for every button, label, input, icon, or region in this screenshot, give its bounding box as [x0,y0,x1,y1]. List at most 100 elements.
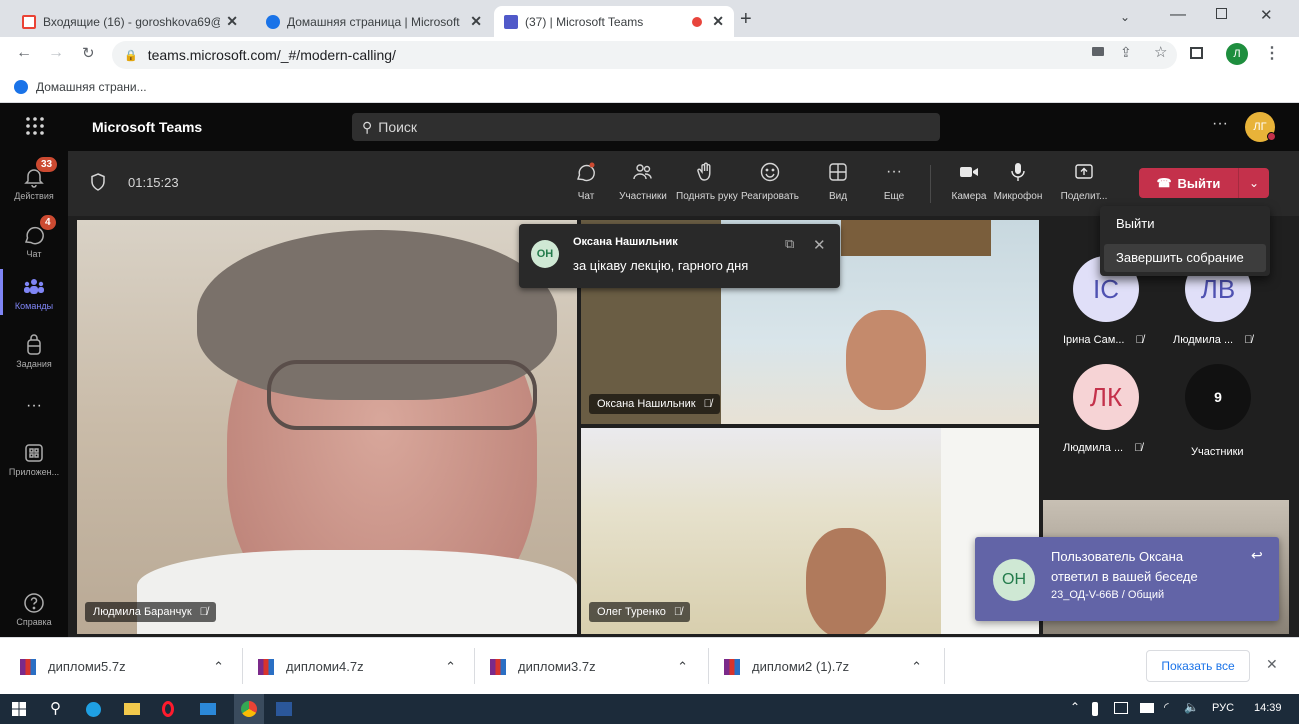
message-text: за цікаву лекцію, гарного дня [573,258,749,273]
download-item[interactable]: дипломи4.7z ⌃ [258,638,468,695]
url-field[interactable]: 🔒 teams.microsoft.com/_#/modern-calling/ [112,41,1177,69]
tab-teams[interactable]: (37) | Microsoft Teams ✕ [494,6,734,37]
wifi-icon[interactable]: ◜ [1164,700,1169,714]
more-participants-count[interactable]: 9 [1185,364,1251,430]
maximize-button[interactable] [1216,8,1227,19]
more-options-icon[interactable]: ··· [1212,115,1228,133]
rail-help[interactable]: Справка [0,591,68,627]
mail-icon[interactable] [200,703,216,715]
show-all-button[interactable]: Показать все [1146,650,1250,682]
reply-icon[interactable]: ⧉ [785,236,794,252]
chat-notification[interactable]: ОН Оксана Нашильник за цікаву лекцію, га… [519,224,840,288]
tab-office[interactable]: Домашняя страница | Microsoft ✕ [256,6,492,37]
tray-overflow-icon[interactable]: ⌃ [1070,700,1080,714]
status-dot [1267,132,1276,141]
sender-avatar: ОН [531,240,559,268]
share-button[interactable]: Поделит... [1054,161,1114,202]
windows-start-icon[interactable] [12,702,26,716]
download-item[interactable]: дипломи5.7z ⌃ [20,638,240,695]
microphone-button[interactable]: Микрофон [988,161,1048,202]
tab-gmail[interactable]: Входящие (16) - goroshkova69@ ✕ [12,6,248,37]
screen-icon[interactable] [1114,702,1128,714]
more-button[interactable]: ··· Еще [876,161,912,202]
close-tab-icon[interactable]: ✕ [226,13,238,30]
download-item[interactable]: дипломи3.7z ⌃ [490,638,700,695]
search-icon[interactable]: ⚲ [50,699,61,717]
chat-button[interactable]: Чат [566,161,606,202]
teams-header: Microsoft Teams ⚲ Поиск ··· ЛГ [0,103,1299,151]
rail-apps[interactable]: Приложен... [0,441,68,477]
back-button[interactable]: ← [16,44,32,62]
search-input[interactable]: ⚲ Поиск [352,113,940,141]
battery-icon[interactable] [1140,703,1154,713]
bookmark-home[interactable]: Домашняя страни... [36,80,147,94]
chevron-up-icon[interactable]: ⌃ [911,659,922,675]
participant-avatar[interactable]: ЛК [1073,364,1139,430]
left-app-rail: Действия 33 Чат 4 Команды Задания ··· Пр… [0,151,68,637]
file-explorer-icon[interactable] [124,703,140,715]
rail-teams[interactable]: Команды [0,269,68,315]
active-indicator [0,269,3,315]
app-launcher-icon[interactable] [24,115,46,137]
teams-icon [504,14,518,29]
chevron-up-icon[interactable]: ⌃ [677,659,688,675]
archive-icon [490,658,506,675]
archive-icon [258,658,274,675]
share-icon[interactable]: ⇪ [1120,44,1132,61]
address-bar-row: ← → ↻ 🔒 teams.microsoft.com/_#/modern-ca… [0,37,1299,71]
edge-icon[interactable] [86,702,101,717]
mic-muted-icon: 🎙̸ [199,606,208,618]
teams-group-icon [22,275,46,299]
video-tile-main[interactable]: Людмила Баранчук 🎙̸ [77,220,577,634]
mic-muted-icon: 🎙̸ [703,398,712,410]
profile-avatar[interactable]: Л [1226,43,1248,65]
react-button[interactable]: Реагировать [740,161,800,202]
rail-assignments[interactable]: Задания [0,333,68,369]
user-avatar[interactable]: ЛГ [1245,112,1276,142]
close-downloads-icon[interactable]: ✕ [1266,656,1278,673]
leave-button[interactable]: ☎ Выйти ⌄ [1139,168,1269,198]
chevron-up-icon[interactable]: ⌃ [213,659,224,675]
close-icon[interactable]: ✕ [813,236,826,254]
rail-more-icon[interactable]: ··· [0,397,68,415]
minimize-button[interactable]: — [1170,6,1186,24]
raise-hand-button[interactable]: Поднять руку [676,161,738,202]
search-icon: ⚲ [362,118,373,135]
chevron-up-icon[interactable]: ⌃ [445,659,456,675]
leave-main[interactable]: ☎ Выйти [1139,176,1238,191]
view-button[interactable]: Вид [820,161,856,202]
participants-button[interactable]: Участники [608,161,678,202]
language-indicator[interactable]: РУС [1212,702,1234,714]
side-panel-icon[interactable] [1190,47,1203,59]
forward-button[interactable]: → [48,44,64,62]
word-icon[interactable] [276,702,292,716]
toast-notification[interactable]: ОН Пользователь Оксана ответил в вашей б… [975,537,1279,621]
opera-icon[interactable] [162,701,174,717]
chevron-down-icon[interactable]: ⌄ [1239,176,1269,190]
camera-in-use-icon[interactable] [1092,47,1104,56]
menu-item-leave[interactable]: Выйти [1100,210,1270,238]
video-tile-oleg[interactable]: Олег Туренко 🎙̸ [581,428,1039,634]
rail-chat[interactable]: Чат 4 [0,215,68,259]
reload-button[interactable]: ↻ [82,44,95,62]
download-item[interactable]: дипломи2 (1).7z ⌃ [724,638,930,695]
bookmark-star-icon[interactable]: ☆ [1154,43,1167,61]
tab-search-icon[interactable]: ⌄ [1120,10,1130,24]
chrome-taskbar-button[interactable] [234,694,264,724]
participants-label[interactable]: Участники [1191,446,1244,458]
close-tab-icon[interactable]: ✕ [470,13,482,30]
video-camera-icon [958,161,980,183]
close-tab-icon[interactable]: ✕ [712,13,724,30]
menu-item-end-meeting[interactable]: Завершить собрание [1104,244,1266,272]
camera-button[interactable]: Камера [946,161,992,202]
toast-line2: ответил в вашей беседе [1051,569,1198,584]
new-tab-button[interactable]: + [740,8,752,31]
clock[interactable]: 14:39 [1254,702,1282,714]
rail-activity[interactable]: Действия 33 [0,157,68,201]
browser-menu-icon[interactable]: ⋮ [1264,43,1280,63]
meeting-stage: Людмила Баранчук 🎙̸ Оксана Нашильник 🎙̸ … [68,216,1299,637]
volume-muted-icon[interactable]: 🔈 [1184,700,1199,714]
usb-icon[interactable] [1092,702,1098,716]
close-window-button[interactable]: ✕ [1260,6,1273,24]
participant-name: Людмила ... 🎙̸ [1063,442,1143,454]
